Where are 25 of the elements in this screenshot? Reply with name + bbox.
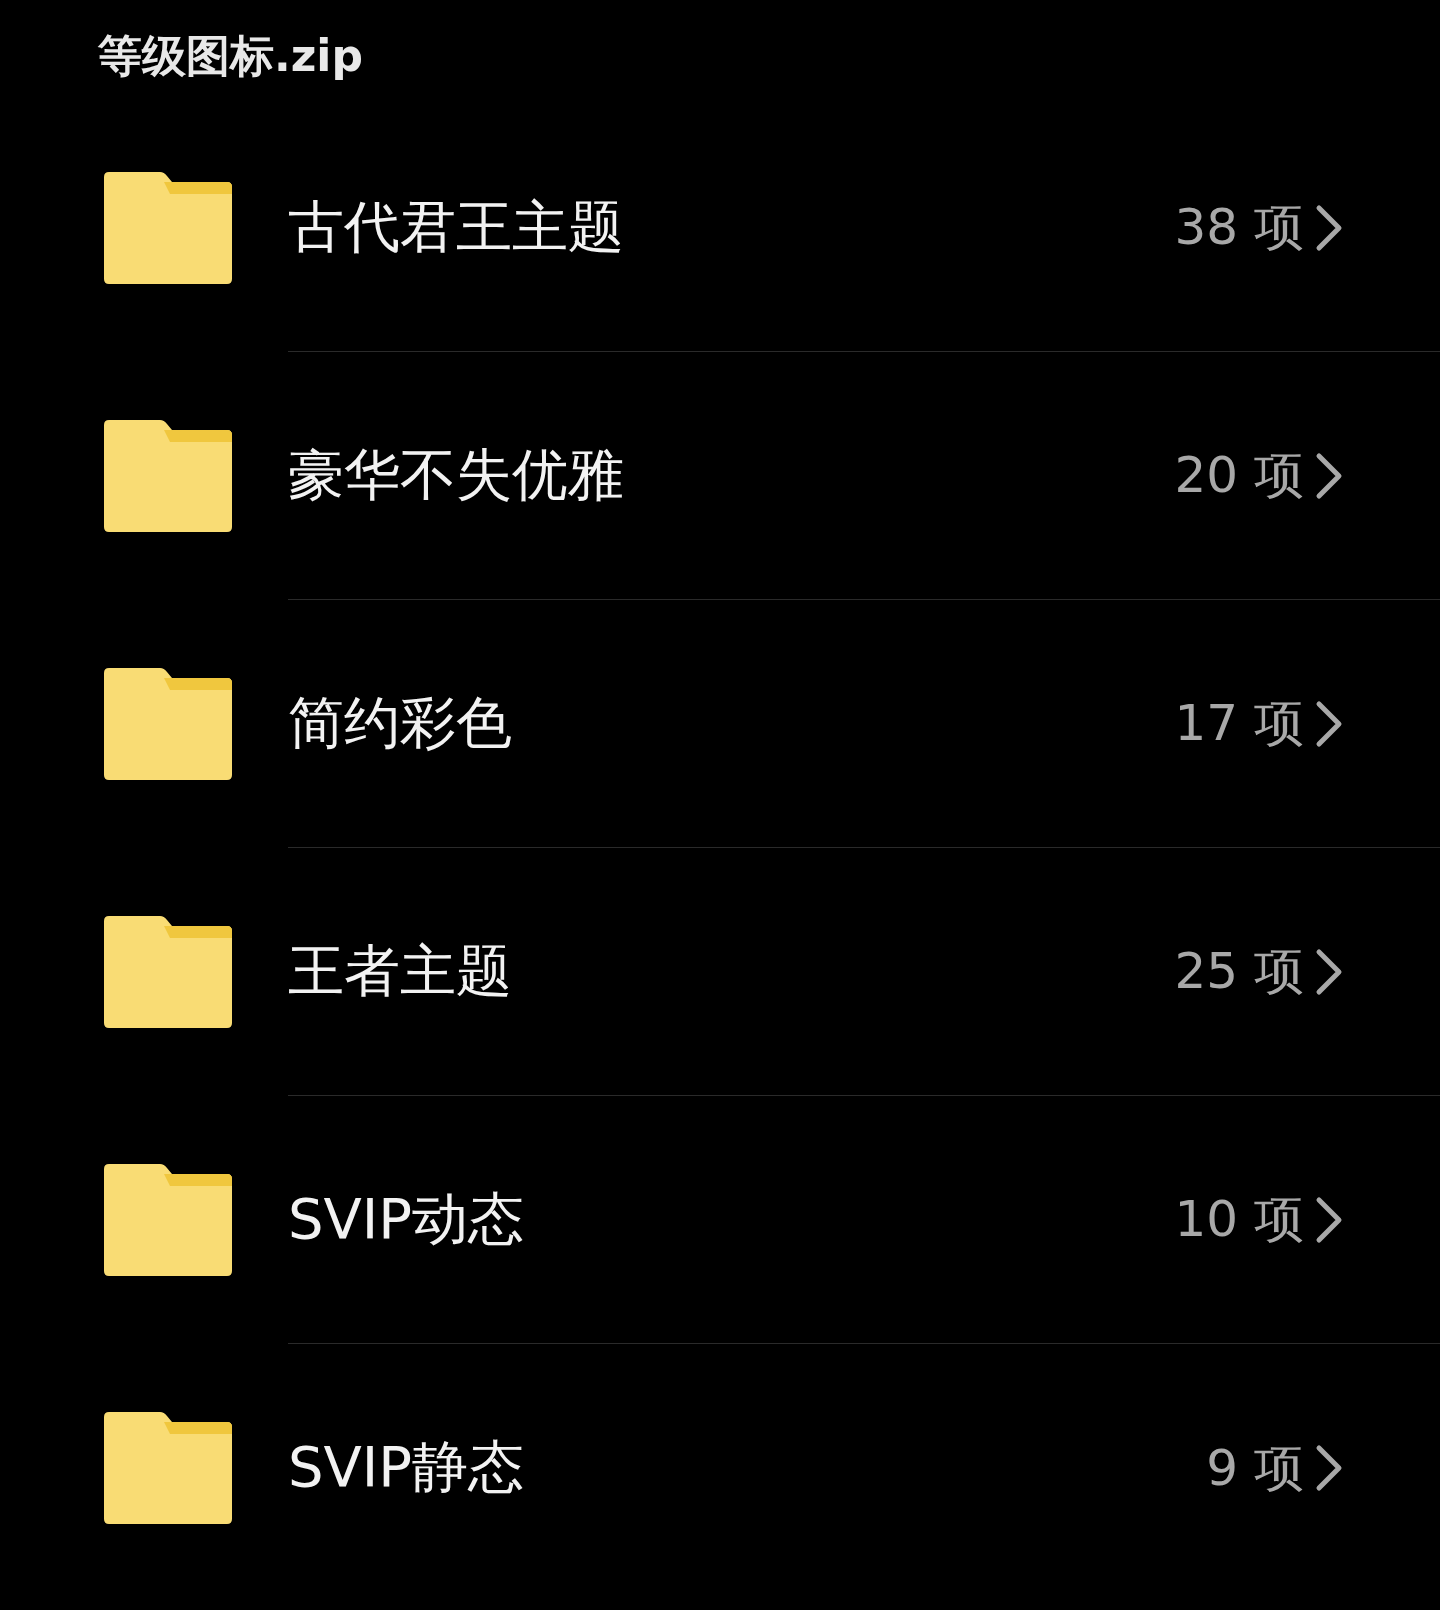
chevron-icon[interactable] [1314,1195,1344,1244]
folder-icon [104,916,232,1028]
folder-name[interactable]: 王者主题 [288,933,512,1010]
archive-title: 等级图标.zip [98,29,363,83]
folder-icon [104,1164,232,1276]
folder-name[interactable]: 豪华不失优雅 [288,437,624,514]
item-count: 10 项 [1174,1189,1304,1250]
chevron-icon[interactable] [1314,699,1344,748]
item-count: 9 项 [1206,1437,1304,1499]
folder-name[interactable]: 古代君王主题 [288,189,624,266]
folder-name[interactable]: SVIP静态 [288,1430,525,1506]
chevron-icon[interactable] [1314,947,1344,996]
item-count: 17 项 [1174,693,1304,754]
chevron-icon[interactable] [1314,451,1344,500]
item-count: 20 项 [1174,445,1304,506]
folder-icon [104,1412,232,1524]
item-count: 25 项 [1174,941,1304,1002]
folder-icon [104,668,232,780]
folder-icon [104,420,232,532]
chevron-icon[interactable] [1314,1444,1344,1492]
folder-name[interactable]: 简约彩色 [288,685,512,762]
folder-icon [104,172,232,284]
item-count: 38 项 [1174,197,1304,258]
chevron-icon[interactable] [1314,203,1344,252]
folder-name[interactable]: SVIP动态 [288,1181,525,1258]
